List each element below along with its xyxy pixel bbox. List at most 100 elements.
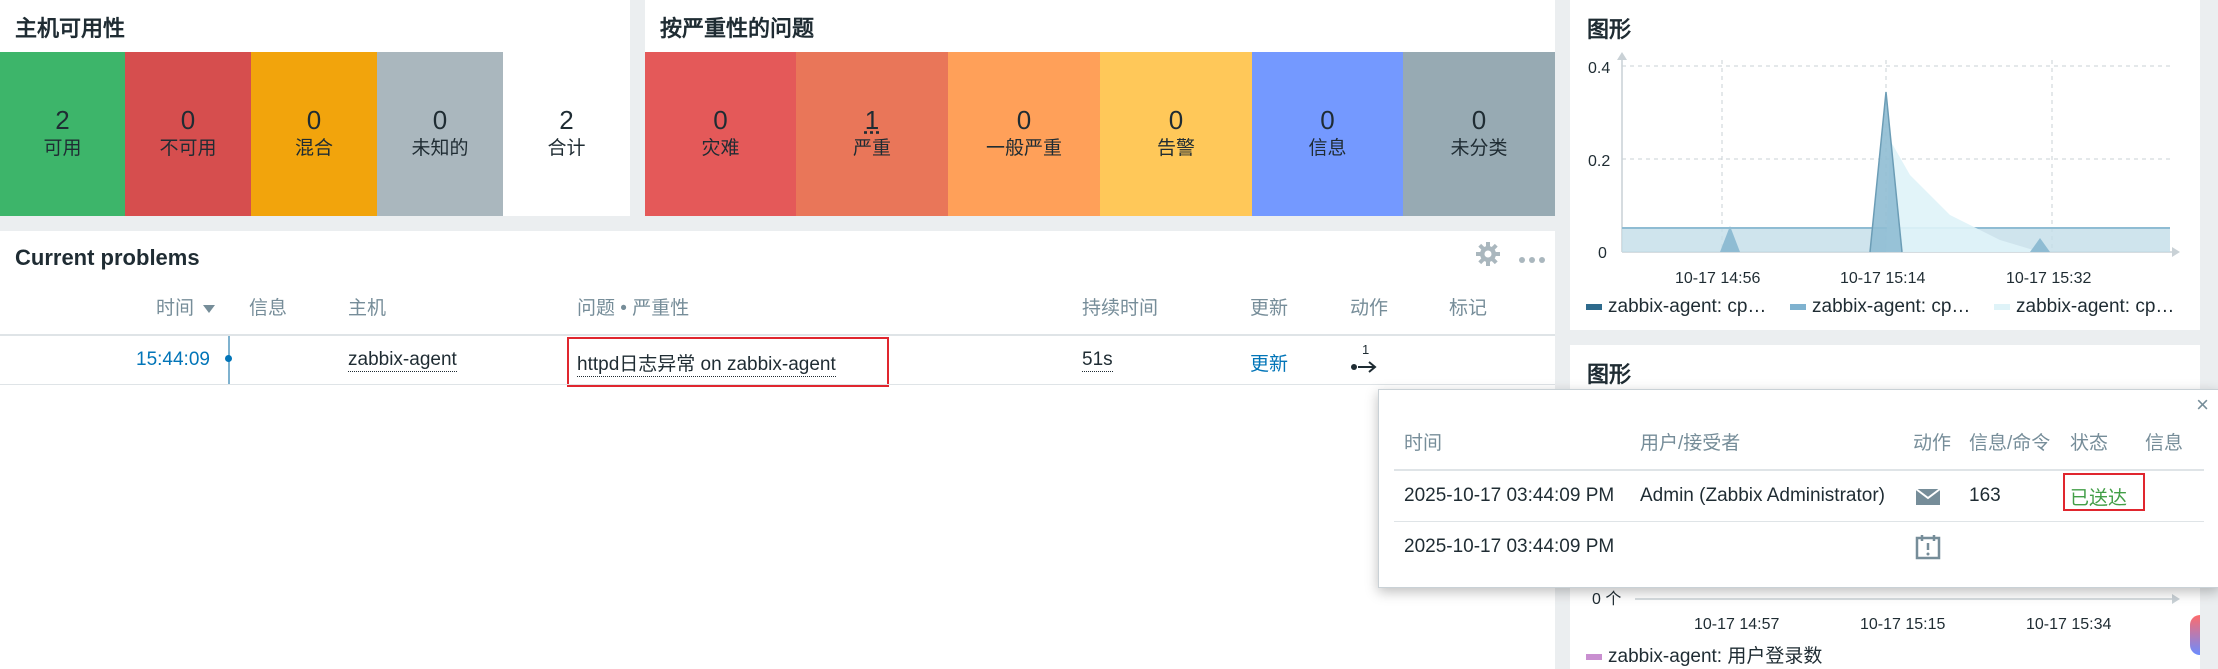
popup-row: 2025-10-17 03:44:09 PM (1379, 522, 2218, 572)
y-tick-label: 0 个 (1592, 590, 1621, 608)
table-row: 15:44:09 zabbix-agent httpd日志异常 on zabbi… (0, 336, 1555, 387)
popup-row-user: Admin (Zabbix Administrator) (1640, 485, 1885, 506)
host-availability-tile-value: 2 (55, 105, 70, 135)
assistant-avatar-icon[interactable] (2190, 615, 2200, 655)
host-availability-tile-label: 不可用 (159, 138, 217, 159)
gear-icon[interactable] (1475, 241, 1501, 267)
severity-tile-label: 告警 (1156, 138, 1195, 159)
x-tick-label: 10-17 14:56 (1675, 270, 1761, 287)
actions-popup: × 时间 用户/接受者 动作 信息/命令 状态 信息 2025-10-17 03… (1378, 389, 2218, 588)
host-availability-tile[interactable]: 2 合计 (503, 52, 630, 216)
y-tick-label: 0.2 (1588, 153, 1610, 170)
severity-tile[interactable]: 0 告警 (1100, 52, 1252, 216)
sort-desc-icon (203, 304, 216, 313)
column-time[interactable]: 时间 (156, 293, 216, 320)
host-availability-tile-value: 0 (180, 105, 196, 135)
severity-tile[interactable]: 0 灾难 (645, 52, 796, 216)
timeline-dot (225, 355, 232, 362)
action-arrow-icon (1351, 361, 1377, 373)
legend-swatch (1790, 303, 1806, 310)
host-availability-widget: 主机可用性 2 可用 0 不可用 0 混合 0 未知的 2 合计 (0, 0, 630, 216)
problem-time-link[interactable]: 15:44:09 (136, 349, 210, 371)
host-availability-tile[interactable]: 2 可用 (0, 52, 125, 216)
host-availability-tile[interactable]: 0 混合 (251, 52, 377, 216)
popup-column-message: 信息/命令 (1969, 433, 2051, 454)
actions-count: 1 (1362, 342, 1370, 357)
column-update: 更新 (1250, 298, 1289, 319)
column-tags: 标记 (1449, 298, 1488, 319)
legend-item: zabbix-agent: 用户登录数 (1586, 641, 1822, 668)
actions-indicator[interactable]: 1 (1350, 342, 1380, 376)
x-tick-label: 10-17 15:14 (1840, 270, 1926, 287)
x-tick-label: 10-17 14:57 (1694, 616, 1780, 633)
host-availability-tile-label: 混合 (294, 138, 333, 159)
graph-widget-cpu: 图形 0.4 0.2 0 10-17 14:56 10-17 15:14 10-… (1570, 0, 2200, 330)
severity-tile-value: 0 (1320, 105, 1335, 135)
current-problems-title: Current problems (15, 245, 200, 270)
calendar-alert-icon (1915, 534, 1941, 565)
x-tick-label: 10-17 15:32 (2006, 270, 2092, 287)
host-availability-tile-label: 可用 (43, 138, 82, 159)
column-info: 信息 (249, 298, 288, 319)
update-link[interactable]: 更新 (1250, 349, 1288, 376)
legend-swatch (1586, 303, 1602, 310)
column-host[interactable]: 主机 (348, 293, 386, 320)
severity-tile-label: 未分类 (1450, 138, 1508, 159)
problem-name-link[interactable]: httpd日志异常 on zabbix-agent (577, 349, 836, 377)
legend-label: zabbix-agent: cp… (2016, 296, 2175, 317)
column-actions: 动作 (1350, 298, 1389, 319)
severity-tile-label: 灾难 (701, 138, 740, 159)
y-tick-label: 0.4 (1588, 60, 1610, 77)
severity-tile-value: 0 (1168, 105, 1184, 135)
host-availability-tile[interactable]: 0 不可用 (125, 52, 251, 216)
host-availability-tile[interactable]: 0 未知的 (377, 52, 503, 216)
legend-label: zabbix-agent: cp… (1608, 296, 1767, 317)
severity-tile-value: 0 (1471, 105, 1487, 135)
popup-column-time: 时间 (1404, 433, 1443, 454)
host-link[interactable]: zabbix-agent (348, 349, 457, 372)
envelope-icon (1915, 488, 1941, 511)
severity-tile-value: 0 (1016, 105, 1032, 135)
column-duration: 持续时间 (1082, 298, 1159, 319)
popup-row-time: 2025-10-17 03:44:09 PM (1404, 536, 1615, 557)
popup-column-info: 信息 (2145, 433, 2184, 454)
popup-column-action: 动作 (1913, 433, 1952, 454)
legend-label: zabbix-agent: cp… (1812, 296, 1971, 317)
more-options-icon[interactable] (1518, 251, 1546, 263)
severity-tile[interactable]: 1 严重 (796, 52, 948, 216)
host-availability-title: 主机可用性 (15, 16, 126, 41)
severity-tile[interactable]: 0 未分类 (1403, 52, 1555, 216)
row-divider (0, 384, 1555, 385)
problems-by-severity-title: 按严重性的问题 (660, 16, 815, 41)
host-availability-tile-value: 0 (306, 105, 322, 135)
x-tick-label: 10-17 15:34 (2026, 616, 2112, 633)
column-problem[interactable]: 问题 • 严重性 (577, 293, 689, 320)
popup-column-user: 用户/接受者 (1640, 433, 1741, 454)
current-problems-widget: Current problems 时间 信息 主机 问题 • 严重性 持续时间 … (0, 231, 1555, 669)
legend-swatch (1994, 303, 2010, 310)
severity-tile-value: 1 (864, 105, 880, 135)
problems-by-severity-widget: 按严重性的问题 0 灾难 1 严重 0 一般严重 0 告警 0 信息 0 未分类 (645, 0, 1555, 216)
popup-column-status: 状态 (2070, 433, 2109, 454)
column-time-label: 时间 (156, 298, 195, 319)
x-tick-label: 10-17 15:15 (1860, 616, 1946, 633)
host-availability-tile-value: 0 (432, 105, 448, 135)
status-delivered: 已送达 (2070, 488, 2128, 509)
y-tick-label: 0 (1598, 245, 1607, 262)
cpu-graph-svg: 0.4 0.2 0 10-17 14:56 10-17 15:14 10-17 … (1588, 52, 2180, 287)
severity-tiles: 0 灾难 1 严重 0 一般严重 0 告警 0 信息 0 未分类 (645, 52, 1555, 216)
severity-tile-label: 一般严重 (985, 138, 1062, 159)
legend-item: zabbix-agent: cp… (1586, 296, 1766, 318)
legend-swatch (1586, 653, 1602, 660)
severity-tile[interactable]: 0 一般严重 (948, 52, 1100, 216)
legend-label: zabbix-agent: 用户登录数 (1608, 646, 1823, 667)
host-availability-tile-value: 2 (559, 105, 574, 135)
legend-item: zabbix-agent: cp… (1994, 296, 2174, 318)
legend-item: zabbix-agent: cp… (1790, 296, 1970, 318)
severity-tile[interactable]: 0 信息 (1252, 52, 1403, 216)
duration-link[interactable]: 51s (1082, 349, 1113, 372)
popup-row-time: 2025-10-17 03:44:09 PM (1404, 485, 1615, 506)
severity-tile-label: 信息 (1308, 138, 1347, 159)
popup-row: 2025-10-17 03:44:09 PM Admin (Zabbix Adm… (1379, 471, 2218, 521)
close-icon[interactable]: × (2196, 392, 2209, 418)
